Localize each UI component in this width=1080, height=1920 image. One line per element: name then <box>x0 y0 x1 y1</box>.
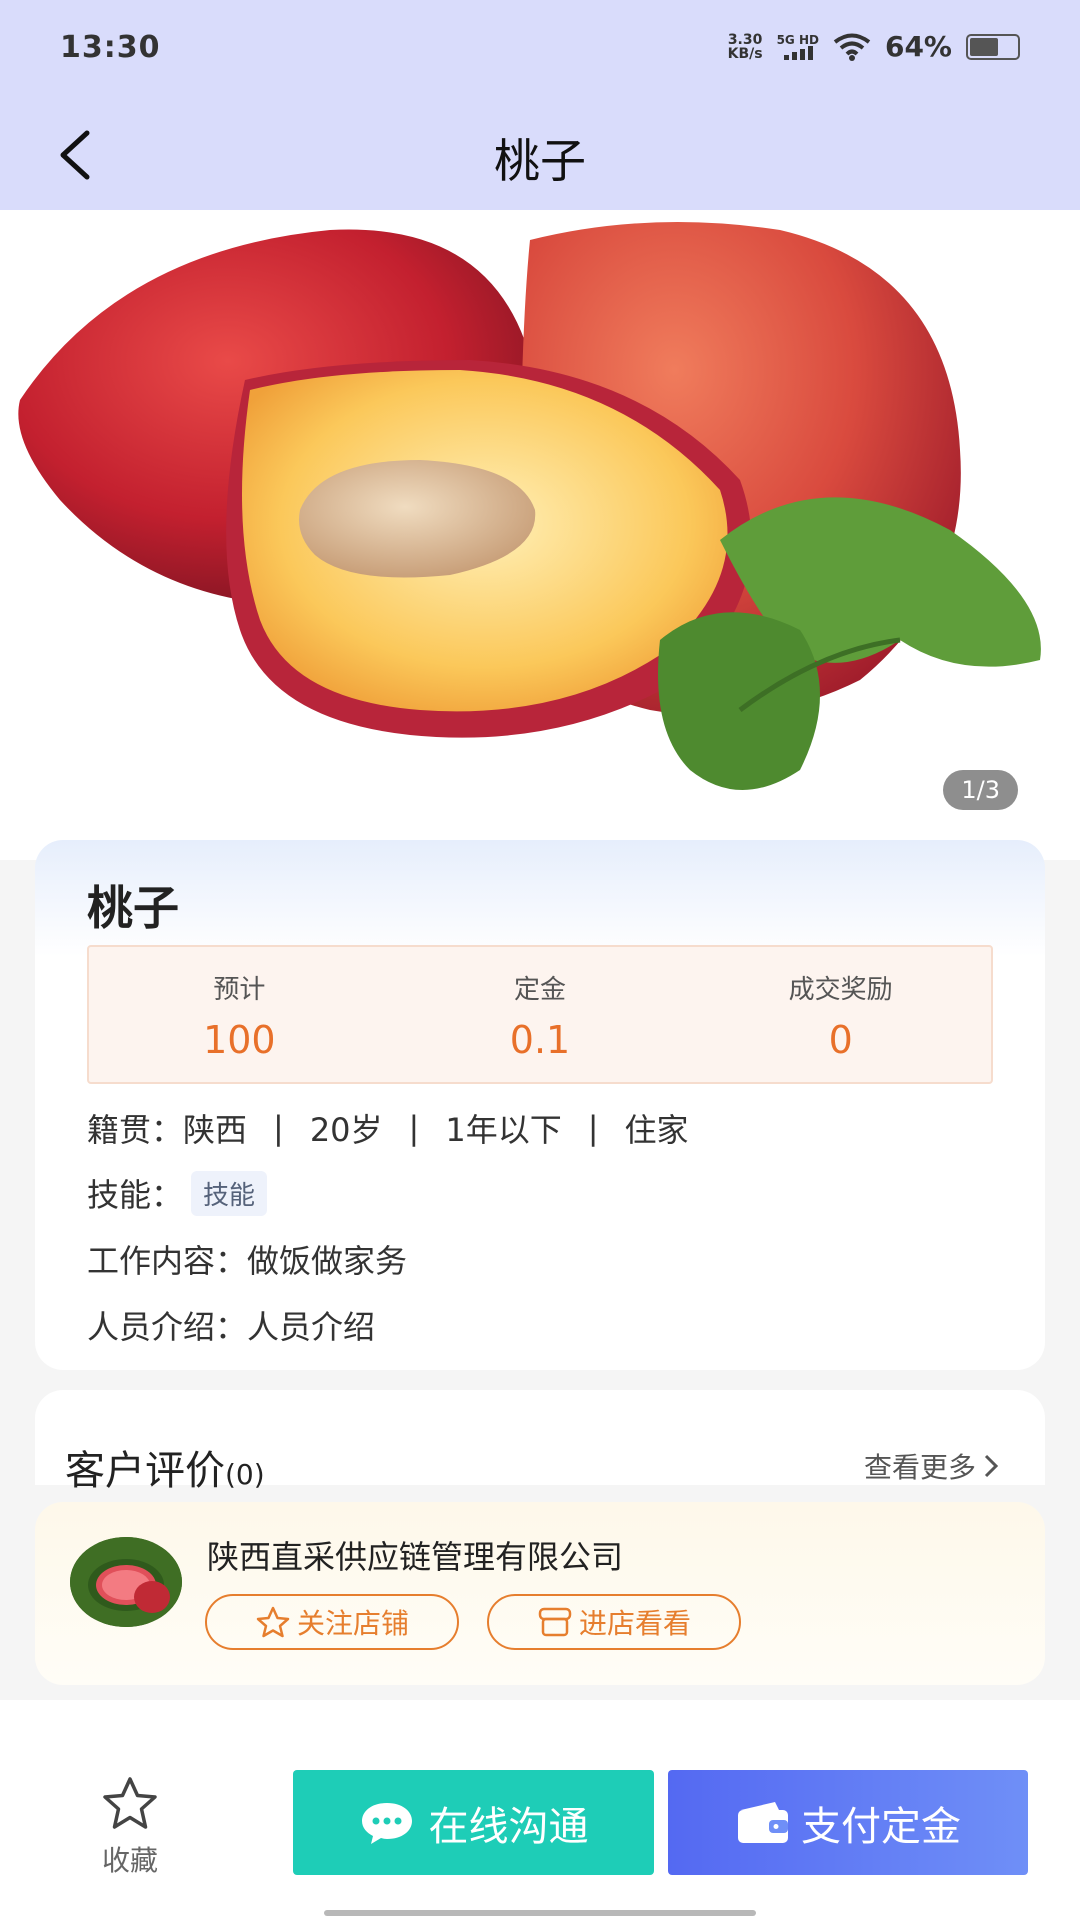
skill-tag: 技能 <box>191 1170 268 1216</box>
product-image-carousel[interactable]: 1/3 <box>0 210 1080 860</box>
nav-bar: 桃子 <box>0 100 1080 210</box>
origin-row: 籍贯： 陕西 | 20岁 | 1年以下 | 住家 <box>87 1109 689 1149</box>
reviews-section: 客户评价(0) 查看更多 <box>35 1390 1045 1494</box>
watermelon-logo <box>70 1537 182 1627</box>
favorite-label: 收藏 <box>101 1844 158 1877</box>
wifi-icon <box>833 33 871 61</box>
work-row: 工作内容： 做饭做家务 <box>87 1242 408 1280</box>
visit-shop-button[interactable]: 进店看看 <box>487 1594 741 1650</box>
page-title: 桃子 <box>494 134 586 188</box>
product-info-card: 桃子 预计 100 定金 0.1 成交奖励 0 籍贯： 陕西 | 20岁 | 1… <box>35 840 1045 1370</box>
reviews-count: (0) <box>225 1458 265 1491</box>
stat-estimate: 预计 100 <box>203 975 276 1062</box>
reviews-title: 客户评价(0) <box>65 1448 265 1494</box>
online-chat-button[interactable]: 在线沟通 <box>293 1770 654 1875</box>
status-icons: 3.30 KB/s 5G HD 64% <box>728 30 1020 63</box>
image-counter: 1/3 <box>943 770 1018 810</box>
intro-row: 人员介绍： 人员介绍 <box>87 1308 376 1346</box>
wallet-icon <box>738 1801 788 1843</box>
product-title: 桃子 <box>87 881 179 935</box>
home-indicator[interactable] <box>324 1910 756 1916</box>
net-speed: 3.30 KB/s <box>727 31 763 62</box>
star-icon <box>103 1777 157 1829</box>
stat-deposit: 定金 0.1 <box>509 975 571 1062</box>
chevron-right-icon <box>984 1454 999 1478</box>
bottom-action-bar: 收藏 在线沟通 支付定金 <box>0 1700 1080 1920</box>
shop-avatar[interactable] <box>70 1537 182 1627</box>
battery-percent: 64% <box>884 30 952 63</box>
peach-photo <box>0 210 1080 860</box>
favorite-button[interactable]: 收藏 <box>90 1775 170 1879</box>
follow-shop-button[interactable]: 关注店铺 <box>205 1594 459 1650</box>
shop-name: 陕西直采供应链管理有限公司 <box>207 1538 624 1576</box>
battery-icon <box>966 33 1020 60</box>
skills-row: 技能： 技能 <box>87 1170 268 1216</box>
status-bar: 13:30 3.30 KB/s 5G HD 64% <box>0 0 1080 100</box>
view-more-link[interactable]: 查看更多 <box>864 1446 1000 1486</box>
signal-icon: 5G HD <box>777 34 819 60</box>
pay-deposit-button[interactable]: 支付定金 <box>668 1770 1028 1875</box>
chat-bubble-icon <box>361 1802 412 1844</box>
star-icon <box>256 1606 290 1638</box>
stat-reward: 成交奖励 0 <box>788 975 893 1062</box>
status-time: 13:30 <box>60 30 161 65</box>
shop-card: 陕西直采供应链管理有限公司 关注店铺 进店看看 <box>35 1502 1045 1685</box>
stats-box: 预计 100 定金 0.1 成交奖励 0 <box>87 945 993 1084</box>
store-icon <box>538 1607 572 1637</box>
